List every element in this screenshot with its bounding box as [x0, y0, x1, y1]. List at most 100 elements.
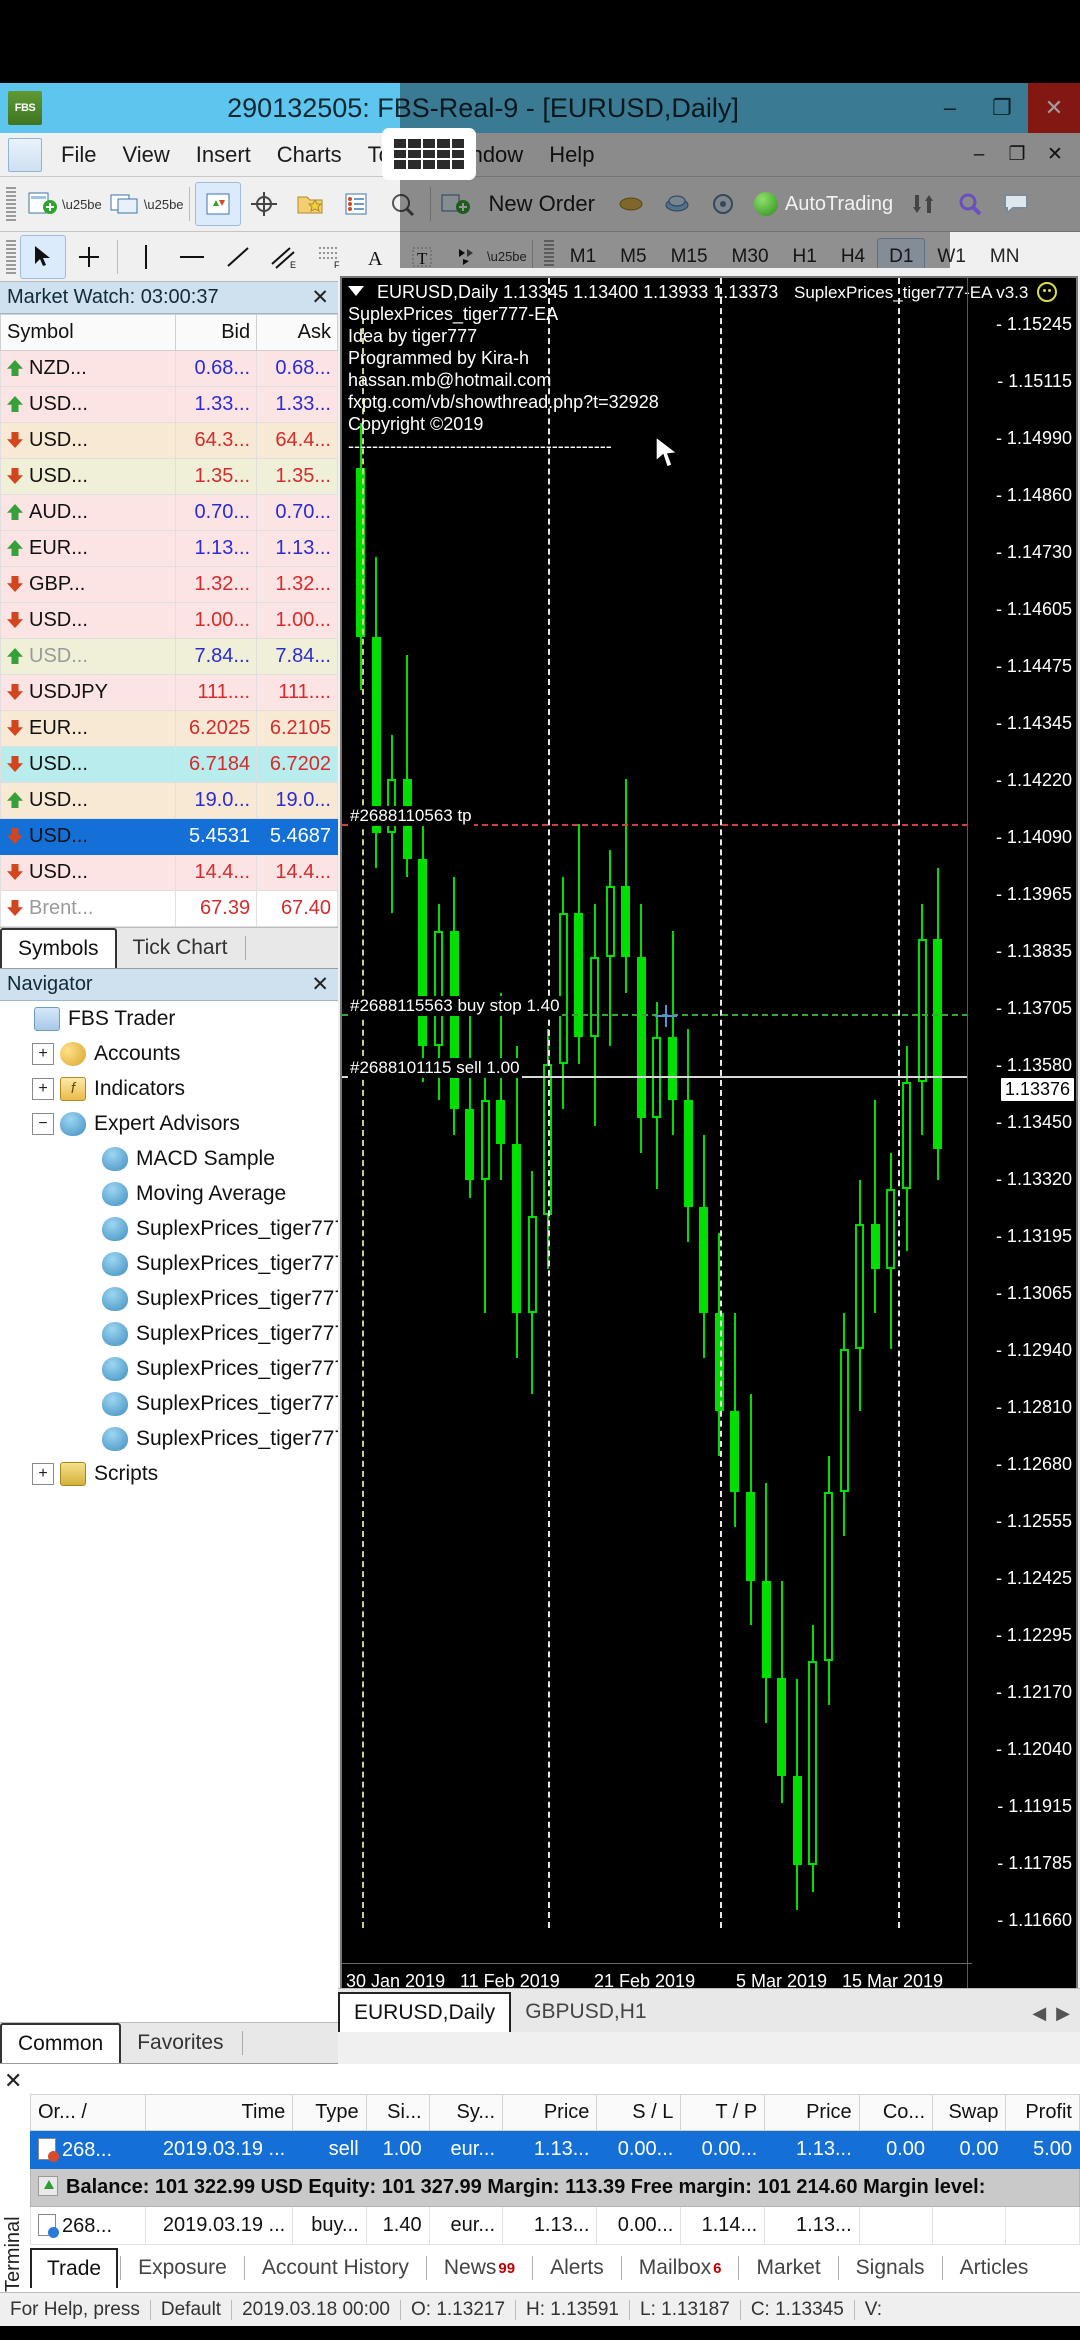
terminal-tab-news[interactable]: News99 [429, 2248, 530, 2288]
chart-tab-prev-icon[interactable]: ◀ [1032, 2003, 1046, 2024]
terminal-tab-account-history[interactable]: Account History [247, 2248, 424, 2288]
tab-common[interactable]: Common [0, 2023, 121, 2063]
market-watch-row[interactable]: NZD...0.68...0.68... [1, 351, 338, 387]
market-watch-close-icon[interactable]: ✕ [311, 285, 338, 310]
market-watch-row[interactable]: USD...6.71846.7202 [1, 747, 338, 783]
market-watch-row[interactable]: EUR...1.13...1.13... [1, 531, 338, 567]
terminal-tab-market[interactable]: Market [741, 2248, 835, 2288]
autotrading-button[interactable]: AutoTrading [746, 182, 901, 226]
tab-symbols[interactable]: Symbols [0, 928, 117, 968]
chart-tab-next-icon[interactable]: ▶ [1056, 2003, 1070, 2024]
market-watch-row[interactable]: USD...7.84...7.84... [1, 639, 338, 675]
navigator-item[interactable]: MACD Sample [0, 1141, 338, 1176]
navigator-item[interactable]: SuplexPrices_tiger777 [0, 1211, 338, 1246]
navigator-item[interactable]: SuplexPrices_tiger777 [0, 1316, 338, 1351]
menu-view[interactable]: View [109, 142, 182, 168]
trade-row[interactable]: 268...2019.03.19 ...buy...1.40eur...1.13… [31, 2207, 1080, 2245]
navigator-close-icon[interactable]: ✕ [311, 972, 338, 997]
terminal-tab-signals[interactable]: Signals [841, 2248, 940, 2288]
col-symbol[interactable]: Symbol [1, 315, 176, 351]
market-watch-icon[interactable] [195, 182, 241, 226]
trend-line-icon[interactable] [215, 235, 261, 279]
trade-row[interactable]: 268...2019.03.19 ...sell1.00eur...1.13..… [31, 2131, 1080, 2169]
price-axis[interactable]: - 1.15245- 1.15115- 1.14990- 1.14860- 1.… [968, 278, 1076, 1998]
indicators-icon[interactable] [654, 182, 700, 226]
data-window-icon[interactable] [333, 182, 379, 226]
terminal-tab-trade[interactable]: Trade [30, 2248, 118, 2288]
market-watch-row[interactable]: USDJPY111....111.... [1, 675, 338, 711]
mdi-close-icon[interactable]: ✕ [1036, 135, 1074, 175]
trade-col-4[interactable]: Sy... [429, 2095, 502, 2131]
market-watch-row[interactable]: USD...64.3...64.4... [1, 423, 338, 459]
eurusd-daily-chart[interactable]: EURUSD,Daily 1.13345 1.13400 1.13933 1.1… [340, 276, 1078, 2000]
new-order-label[interactable]: New Order [476, 191, 608, 217]
tree-toggle-icon[interactable]: + [32, 1463, 54, 1485]
status-profile[interactable]: Default [151, 2299, 231, 2321]
terminal-tab-alerts[interactable]: Alerts [535, 2248, 619, 2288]
market-watch-row[interactable]: GBP...1.32...1.32... [1, 567, 338, 603]
trade-col-3[interactable]: Si... [366, 2095, 429, 2131]
trade-col-5[interactable]: Price [503, 2095, 597, 2131]
market-watch-row[interactable]: USD...1.33...1.33... [1, 387, 338, 423]
tab-favorites[interactable]: Favorites [121, 2023, 239, 2063]
search-icon[interactable] [947, 182, 993, 226]
market-watch-row[interactable]: USD...1.35...1.35... [1, 459, 338, 495]
crosshair-icon[interactable] [241, 182, 287, 226]
drawing-toolbar-grip[interactable] [6, 240, 16, 274]
col-bid[interactable]: Bid [176, 315, 257, 351]
market-watch-row[interactable]: Brent...67.3967.40 [1, 891, 338, 927]
menu-insert[interactable]: Insert [183, 142, 264, 168]
market-watch-row[interactable]: USD...1.00...1.00... [1, 603, 338, 639]
mdi-minimize-icon[interactable]: – [960, 135, 998, 175]
market-watch-row[interactable]: USD...14.4...14.4... [1, 855, 338, 891]
strategy-tester-icon[interactable] [700, 182, 746, 226]
favorites-icon[interactable] [287, 182, 333, 226]
restore-icon[interactable]: ❐ [976, 83, 1028, 133]
navigator-item[interactable]: +Accounts [0, 1036, 338, 1071]
navigator-item[interactable]: +fIndicators [0, 1071, 338, 1106]
mdi-restore-icon[interactable]: ❐ [998, 135, 1036, 175]
keyboard-icon[interactable] [382, 128, 476, 180]
trade-col-2[interactable]: Type [293, 2095, 366, 2131]
tree-toggle-icon[interactable]: + [32, 1043, 54, 1065]
trade-col-7[interactable]: T / P [681, 2095, 765, 2131]
tree-toggle-icon[interactable]: + [32, 1078, 54, 1100]
navigator-item[interactable]: SuplexPrices_tiger777 [0, 1246, 338, 1281]
trade-col-0[interactable]: Or... / [31, 2095, 146, 2131]
chart-tab-eurusd-daily[interactable]: EURUSD,Daily [338, 1992, 511, 2032]
navigator-icon[interactable] [379, 182, 425, 226]
profiles-icon[interactable] [102, 182, 148, 226]
chart-canvas[interactable]: EURUSD,Daily 1.13345 1.13400 1.13933 1.1… [342, 278, 1076, 1998]
menu-file[interactable]: File [48, 142, 109, 168]
navigator-item[interactable]: +Scripts [0, 1456, 338, 1491]
profiles-dropdown-icon[interactable]: \u25be [144, 197, 184, 212]
shapes-dropdown-icon[interactable]: \u25be [487, 249, 527, 264]
trade-col-10[interactable]: Swap [933, 2095, 1006, 2131]
cursor-icon[interactable] [20, 235, 66, 279]
chat-icon[interactable] [993, 182, 1039, 226]
navigator-item[interactable]: SuplexPrices_tiger777 [0, 1351, 338, 1386]
tree-toggle-icon[interactable]: − [32, 1113, 54, 1135]
market-watch-row[interactable]: USD...19.0...19.0... [1, 783, 338, 819]
close-icon[interactable]: ✕ [1028, 83, 1080, 133]
navigator-item[interactable]: Moving Average [0, 1176, 338, 1211]
navigator-item[interactable]: SuplexPrices_tiger777 [0, 1421, 338, 1456]
minimize-icon[interactable]: – [924, 83, 976, 133]
col-ask[interactable]: Ask [257, 315, 338, 351]
tab-tick-chart[interactable]: Tick Chart [117, 928, 244, 968]
menu-help[interactable]: Help [536, 142, 607, 168]
trade-col-8[interactable]: Price [765, 2095, 859, 2131]
new-chart-icon[interactable] [20, 182, 66, 226]
horizontal-line-icon[interactable] [169, 235, 215, 279]
download-icon[interactable] [901, 182, 947, 226]
expert-advisor-icon[interactable] [608, 182, 654, 226]
market-watch-row[interactable]: EUR...6.20256.2105 [1, 711, 338, 747]
chart-menu-arrow-icon[interactable] [348, 286, 364, 296]
toolbar-grip[interactable] [6, 187, 16, 221]
new-order-icon[interactable] [436, 182, 476, 226]
terminal-close-icon[interactable]: ✕ [4, 2068, 22, 2094]
terminal-tab-mailbox[interactable]: Mailbox6 [624, 2248, 737, 2288]
navigator-item[interactable]: SuplexPrices_tiger777 [0, 1386, 338, 1421]
navigator-item[interactable]: FBS Trader [0, 1001, 338, 1036]
vertical-line-icon[interactable] [123, 235, 169, 279]
